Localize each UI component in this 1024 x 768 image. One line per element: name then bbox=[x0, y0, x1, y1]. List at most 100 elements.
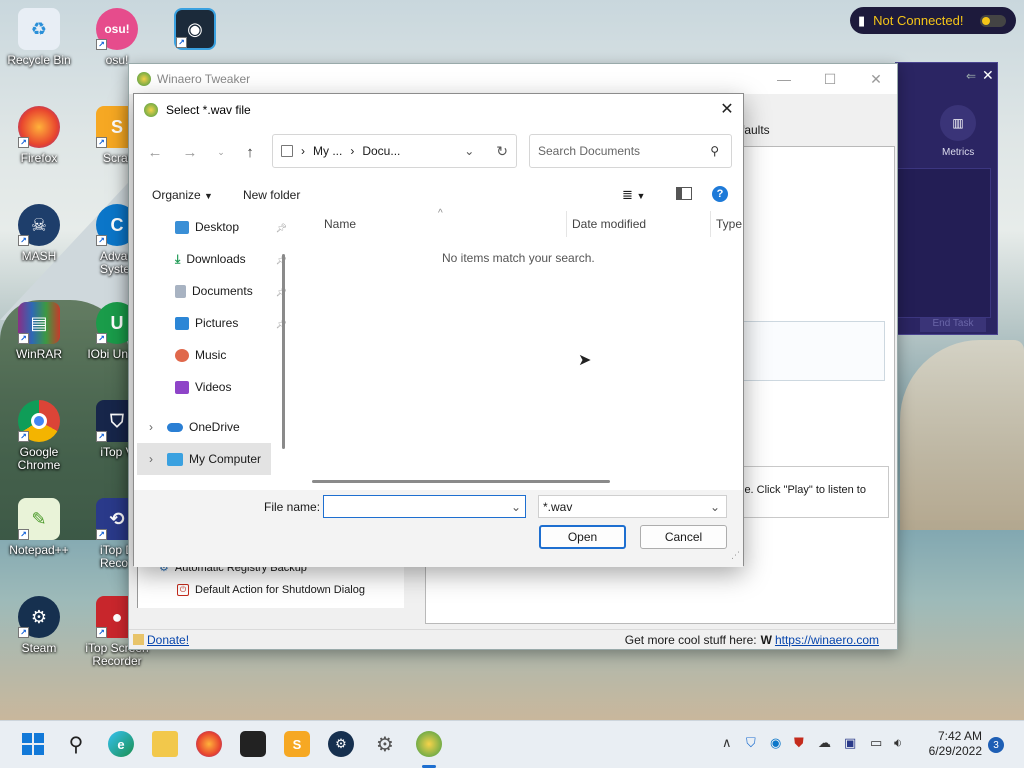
minimize-button[interactable]: — bbox=[761, 64, 807, 94]
preview-pane-icon[interactable] bbox=[676, 187, 692, 200]
winaero-taskbar-icon[interactable] bbox=[416, 731, 442, 757]
chevron-down-icon[interactable]: ⌄ bbox=[710, 500, 720, 514]
refresh-icon[interactable]: ↻ bbox=[496, 143, 508, 160]
tray-cloud-icon[interactable]: ☁ bbox=[818, 735, 831, 751]
scratch-icon[interactable]: S bbox=[284, 731, 310, 757]
signal-icon: ▮ bbox=[858, 12, 866, 28]
column-header-date-modified[interactable]: Date modified bbox=[572, 217, 646, 231]
maximize-button[interactable]: ☐ bbox=[807, 64, 853, 94]
file-open-dialog: Select *.wav file ✕ ← → ⌄ ↑ › My ... › D… bbox=[133, 93, 744, 567]
settings-gear-icon[interactable]: ⚙ bbox=[372, 731, 398, 757]
close-icon[interactable]: ✕ bbox=[982, 67, 994, 84]
winaero-logo-icon: W bbox=[760, 632, 772, 647]
tree-item-shutdown-dialog[interactable]: ⏻ Default Action for Shutdown Dialog bbox=[177, 584, 365, 596]
vpn-toggle[interactable] bbox=[979, 14, 1006, 27]
vpn-status-pill[interactable]: ▮ Not Connected! bbox=[850, 7, 1016, 34]
taskbar: ⚲ e S ⚙ ⚙ ∧ ⛉ ◉ ⛊ ☁ ▣ ▭ 🔉︎ 7:42 AM 6/29/… bbox=[0, 720, 1024, 768]
search-input-placeholder[interactable]: Search Documents bbox=[538, 144, 640, 158]
back-arrow-icon[interactable]: ← bbox=[142, 139, 168, 165]
nav-item-my-computer[interactable]: › My Computer bbox=[137, 443, 271, 475]
view-options-icon[interactable]: ≣ ▼ bbox=[622, 187, 645, 203]
firefox-icon[interactable] bbox=[196, 731, 222, 757]
forward-arrow-icon[interactable]: → bbox=[177, 139, 203, 165]
store-icon[interactable] bbox=[240, 731, 266, 757]
nav-item-pictures[interactable]: Pictures📌︎ bbox=[137, 307, 287, 339]
column-divider[interactable] bbox=[710, 211, 711, 237]
up-arrow-icon[interactable]: ↑ bbox=[237, 139, 263, 165]
end-task-button[interactable]: End Task bbox=[920, 318, 986, 332]
new-folder-button[interactable]: New folder bbox=[243, 188, 300, 202]
recycle-bin-icon: ♻ bbox=[18, 8, 60, 50]
vpn-status-text: Not Connected! bbox=[873, 13, 964, 28]
videos-icon bbox=[175, 380, 189, 394]
cancel-button[interactable]: Cancel bbox=[640, 525, 727, 549]
winaero-tab-fragment[interactable]: faults bbox=[741, 123, 770, 137]
column-header-name[interactable]: Name bbox=[324, 217, 356, 231]
clock[interactable]: 7:42 AM 6/29/2022 bbox=[922, 729, 982, 759]
desktop-icon-camera[interactable]: ◉ ↗ bbox=[162, 8, 228, 54]
breadcrumb-documents[interactable]: Docu... bbox=[362, 144, 400, 158]
nav-scrollbar[interactable] bbox=[282, 254, 285, 449]
desktop-icon-notepadpp[interactable]: ✎ ↗ Notepad++ bbox=[6, 498, 72, 557]
tray-security-icon[interactable]: ⛊ bbox=[794, 735, 804, 751]
tray-vpn-icon[interactable]: ⛉ bbox=[746, 735, 756, 751]
column-divider[interactable] bbox=[566, 211, 567, 237]
firefox-icon: ↗ bbox=[18, 106, 60, 148]
dialog-close-button[interactable]: ✕ bbox=[711, 94, 743, 124]
file-name-input[interactable]: ⌄ bbox=[323, 495, 526, 518]
organize-menu[interactable]: Organize ▼ bbox=[152, 188, 213, 202]
breadcrumb-separator-icon: › bbox=[350, 144, 355, 158]
tray-app-icon[interactable]: ◉ bbox=[770, 735, 781, 751]
metrics-icon[interactable]: ▥ bbox=[940, 105, 976, 141]
column-header-type[interactable]: Type bbox=[716, 217, 742, 231]
start-button[interactable] bbox=[20, 731, 46, 757]
resize-grip-icon[interactable]: ⋰ bbox=[731, 550, 740, 561]
close-button[interactable]: ✕ bbox=[853, 64, 899, 94]
search-box[interactable]: Search Documents ⚲ bbox=[529, 134, 732, 168]
trees bbox=[900, 340, 1024, 530]
desktop-icon-osu[interactable]: osu! ↗ osu! bbox=[84, 8, 150, 67]
desktop-icon-chrome[interactable]: ↗ Google Chrome bbox=[6, 400, 72, 472]
help-icon[interactable]: ? bbox=[712, 186, 728, 202]
breadcrumb-my-computer[interactable]: My ... bbox=[313, 144, 342, 158]
winaero-url-link[interactable]: https://winaero.com bbox=[775, 633, 879, 647]
address-dropdown-icon[interactable]: ⌄ bbox=[464, 144, 474, 158]
desktop-icon-mash[interactable]: ☠ ↗ MASH bbox=[6, 204, 72, 263]
chevron-down-icon[interactable]: ⌄ bbox=[511, 500, 521, 514]
nav-item-downloads[interactable]: ⤓Downloads📌︎ bbox=[137, 243, 287, 275]
nav-item-desktop[interactable]: Desktop 📌︎ bbox=[137, 211, 287, 243]
file-type-filter[interactable]: *.wav ⌄ bbox=[538, 495, 727, 518]
nav-item-music[interactable]: Music bbox=[137, 339, 287, 371]
search-icon[interactable]: ⚲ bbox=[63, 731, 89, 757]
address-bar[interactable]: › My ... › Docu... ⌄ ↻ bbox=[272, 134, 517, 168]
column-headers: Name ^ Date modified Type bbox=[292, 208, 744, 237]
nav-item-documents[interactable]: Documents📌︎ bbox=[137, 275, 287, 307]
power-icon: ⏻ bbox=[177, 584, 189, 596]
expand-chevron-icon[interactable]: › bbox=[149, 452, 153, 466]
desktop-icon-steam[interactable]: ⚙ ↗ Steam bbox=[6, 596, 72, 655]
desktop-icon-recycle-bin[interactable]: ♻ Recycle Bin bbox=[6, 8, 72, 67]
tray-display-icon[interactable]: ▭ bbox=[870, 735, 882, 751]
nav-item-videos[interactable]: Videos bbox=[137, 371, 287, 403]
steam-icon: ⚙ ↗ bbox=[18, 596, 60, 638]
desktop-icon-winrar[interactable]: ▤ ↗ WinRAR bbox=[6, 302, 72, 361]
onedrive-icon bbox=[167, 422, 183, 432]
open-button[interactable]: Open bbox=[539, 525, 626, 549]
chevron-down-icon: ▼ bbox=[204, 191, 213, 201]
volume-icon[interactable]: 🔉︎ bbox=[894, 735, 902, 751]
notification-badge[interactable]: 3 bbox=[988, 737, 1004, 753]
steam-icon[interactable]: ⚙ bbox=[328, 731, 354, 757]
back-icon[interactable]: ⇐ bbox=[966, 69, 976, 83]
file-explorer-icon[interactable] bbox=[152, 731, 178, 757]
clock-date: 6/29/2022 bbox=[928, 744, 982, 758]
tray-itop-icon[interactable]: ▣ bbox=[844, 735, 856, 751]
recent-chevron-icon[interactable]: ⌄ bbox=[208, 139, 234, 165]
edge-icon[interactable]: e bbox=[108, 731, 134, 757]
horizontal-scrollbar[interactable] bbox=[312, 480, 610, 483]
desktop-icon-firefox[interactable]: ↗ Firefox bbox=[6, 106, 72, 165]
donate-link[interactable]: Donate! bbox=[147, 633, 189, 647]
expand-chevron-icon[interactable]: › bbox=[149, 420, 153, 434]
tray-overflow-icon[interactable]: ∧ bbox=[722, 735, 732, 751]
nav-item-onedrive[interactable]: › OneDrive bbox=[137, 411, 287, 443]
dialog-app-icon bbox=[144, 103, 158, 117]
